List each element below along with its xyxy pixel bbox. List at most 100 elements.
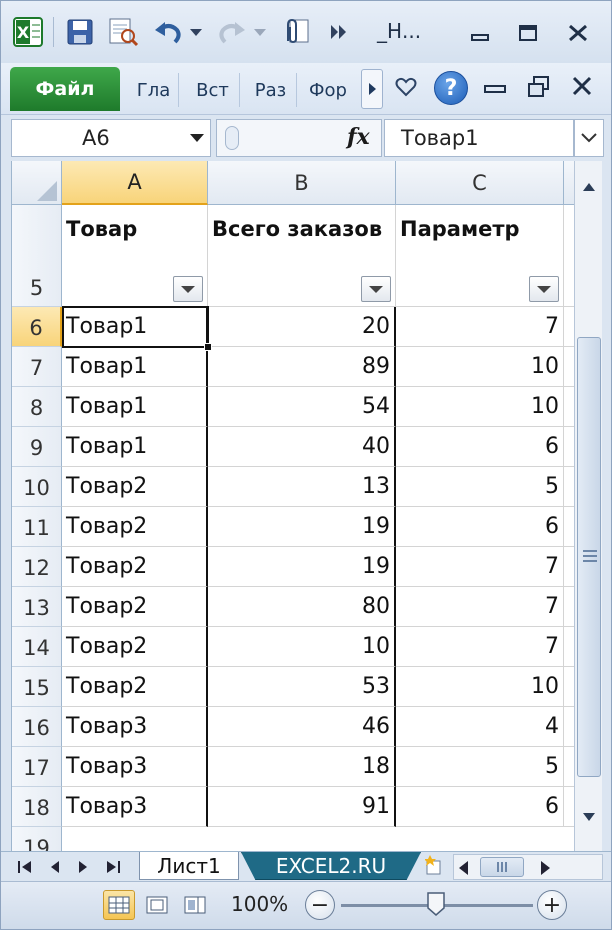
parameter-cell[interactable]: 6 — [396, 427, 564, 467]
parameter-cell[interactable]: 10 — [396, 667, 564, 707]
product-cell[interactable]: Товар2 — [62, 667, 208, 707]
first-sheet-icon[interactable] — [15, 858, 35, 876]
page-layout-view-button[interactable] — [141, 890, 173, 920]
row-header-9[interactable]: 9 — [12, 427, 62, 467]
page-break-view-button[interactable] — [179, 890, 211, 920]
redo-dropdown-icon[interactable] — [251, 15, 269, 49]
header-cell-product[interactable]: Товар — [62, 205, 208, 307]
empty-cell[interactable] — [564, 627, 574, 667]
row-header-11[interactable]: 11 — [12, 507, 62, 547]
orders-cell[interactable]: 10 — [208, 627, 396, 667]
scroll-down-button[interactable] — [577, 805, 601, 829]
empty-cell[interactable] — [564, 205, 574, 307]
more-commands-icon[interactable] — [329, 15, 351, 49]
ribbon-minimize-icon[interactable] — [483, 81, 507, 100]
product-cell[interactable]: Товар3 — [62, 747, 208, 787]
print-preview-icon[interactable] — [105, 15, 141, 49]
attach-icon[interactable] — [277, 15, 315, 49]
tab-file[interactable]: Файл — [10, 67, 120, 111]
previous-sheet-icon[interactable] — [45, 858, 65, 876]
vertical-scrollbar[interactable] — [574, 161, 602, 851]
empty-cell[interactable] — [564, 787, 574, 827]
column-header-c[interactable]: C — [396, 161, 564, 205]
orders-cell[interactable]: 54 — [208, 387, 396, 427]
product-cell[interactable]: Товар2 — [62, 467, 208, 507]
next-sheet-icon[interactable] — [73, 858, 93, 876]
orders-cell[interactable]: 40 — [208, 427, 396, 467]
product-cell[interactable]: Товар1 — [62, 427, 208, 467]
filter-dropdown-button[interactable] — [529, 276, 559, 302]
empty-cell[interactable] — [564, 507, 574, 547]
scroll-right-icon[interactable] — [540, 860, 552, 879]
column-header-b[interactable]: B — [208, 161, 396, 205]
empty-cell[interactable] — [564, 707, 574, 747]
orders-cell[interactable]: 53 — [208, 667, 396, 707]
row-header-17[interactable]: 17 — [12, 747, 62, 787]
zoom-slider-thumb[interactable] — [426, 892, 446, 916]
maximize-button[interactable] — [511, 17, 545, 49]
orders-cell[interactable]: 80 — [208, 587, 396, 627]
tab-home[interactable]: Гла — [129, 73, 179, 107]
empty-cell[interactable] — [564, 587, 574, 627]
header-cell-orders[interactable]: Всего заказов — [208, 205, 396, 307]
product-cell[interactable]: Товар1 — [62, 387, 208, 427]
zoom-in-button[interactable]: + — [537, 890, 567, 920]
row-header-18[interactable]: 18 — [12, 787, 62, 827]
header-cell-parameter[interactable]: Параметр — [396, 205, 564, 307]
help-icon[interactable]: ? — [434, 71, 468, 105]
row-header-19[interactable]: 19 — [12, 827, 62, 851]
row-header-8[interactable]: 8 — [12, 387, 62, 427]
parameter-cell[interactable]: 10 — [396, 387, 564, 427]
parameter-cell[interactable]: 5 — [396, 747, 564, 787]
parameter-cell[interactable]: 6 — [396, 787, 564, 827]
name-box-dropdown-icon[interactable] — [190, 134, 204, 142]
insert-function-button[interactable]: fx — [347, 124, 370, 150]
empty-cell[interactable] — [564, 547, 574, 587]
sheet-tab-excel2[interactable]: EXCEL2.RU — [241, 852, 421, 880]
empty-cell[interactable] — [564, 347, 574, 387]
vertical-scroll-thumb[interactable] — [577, 337, 601, 777]
last-sheet-icon[interactable] — [103, 858, 123, 876]
row-header-12[interactable]: 12 — [12, 547, 62, 587]
fill-handle[interactable] — [204, 343, 212, 351]
zoom-out-button[interactable]: − — [305, 890, 335, 920]
row-header-16[interactable]: 16 — [12, 707, 62, 747]
parameter-cell[interactable]: 10 — [396, 347, 564, 387]
product-cell[interactable]: Товар3 — [62, 707, 208, 747]
restore-window-icon[interactable] — [527, 75, 551, 103]
close-workbook-icon[interactable] — [571, 75, 593, 101]
product-cell[interactable]: Товар1 — [62, 347, 208, 387]
close-button[interactable] — [561, 17, 595, 49]
parameter-cell[interactable]: 6 — [396, 507, 564, 547]
ribbon-scroll-right-button[interactable] — [361, 69, 383, 109]
parameter-cell[interactable]: 5 — [396, 467, 564, 507]
filter-dropdown-button[interactable] — [173, 276, 203, 302]
orders-cell[interactable]: 18 — [208, 747, 396, 787]
column-header-a[interactable]: A — [62, 161, 208, 205]
empty-cell[interactable] — [564, 307, 574, 347]
product-cell[interactable]: Товар3 — [62, 787, 208, 827]
select-all-button[interactable] — [12, 161, 62, 205]
row-header-6[interactable]: 6 — [12, 307, 62, 347]
horizontal-scrollbar[interactable] — [453, 854, 603, 880]
name-box[interactable]: A6 — [11, 119, 211, 157]
orders-cell[interactable]: 89 — [208, 347, 396, 387]
product-cell[interactable]: Товар2 — [62, 547, 208, 587]
empty-cell[interactable] — [564, 427, 574, 467]
parameter-cell[interactable]: 4 — [396, 707, 564, 747]
sheet-tab-list1[interactable]: Лист1 — [139, 852, 239, 880]
orders-cell[interactable]: 20 — [208, 307, 396, 347]
filter-dropdown-button[interactable] — [361, 276, 391, 302]
insert-sheet-icon[interactable] — [424, 855, 443, 875]
minimize-button[interactable] — [463, 17, 497, 49]
scroll-left-icon[interactable] — [458, 860, 470, 879]
excel-app-icon[interactable]: X — [11, 15, 45, 49]
save-icon[interactable] — [63, 15, 97, 49]
empty-cell[interactable] — [564, 667, 574, 707]
product-cell[interactable]: Товар2 — [62, 507, 208, 547]
product-cell[interactable]: Товар2 — [62, 627, 208, 667]
tab-formulas[interactable]: Фор — [303, 73, 357, 107]
scroll-up-button[interactable] — [577, 175, 601, 199]
row-header-13[interactable]: 13 — [12, 587, 62, 627]
tab-page-layout[interactable]: Раз — [245, 73, 297, 107]
